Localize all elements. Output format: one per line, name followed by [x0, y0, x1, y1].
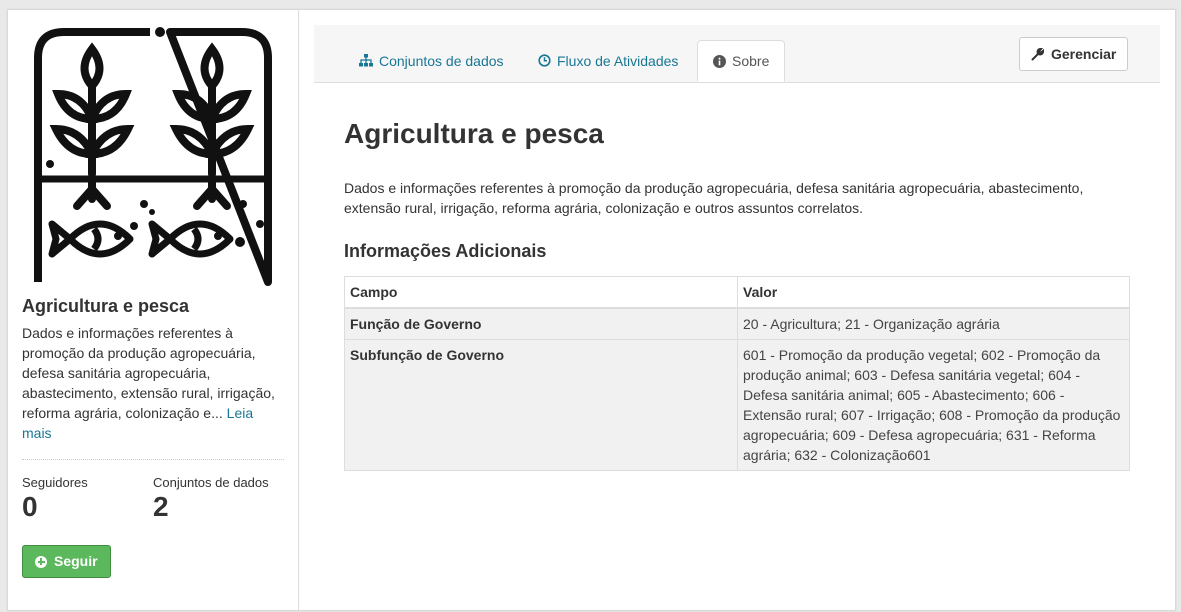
table-cell-value: 20 - Agricultura; 21 - Organização agrár… [737, 307, 1130, 340]
additional-info-title: Informações Adicionais [344, 241, 547, 261]
tab-activity-label: Fluxo de Atividades [557, 52, 679, 69]
main-content: Conjuntos de dados Fluxo de Atividades S… [314, 10, 1160, 610]
tab-datasets[interactable]: Conjuntos de dados [344, 40, 519, 81]
table-header-row: Campo Valor [344, 276, 1130, 309]
follow-button-label: Seguir [54, 553, 98, 569]
datasets-stat: Conjuntos de dados 2 [153, 475, 269, 524]
sidebar: Agricultura e pesca Dados e informações … [8, 10, 299, 610]
info-icon [713, 54, 726, 68]
table-row: Subfunção de Governo 601 - Promoção da p… [344, 339, 1130, 471]
table-cell-field: Subfunção de Governo [344, 339, 738, 471]
follow-button[interactable]: Seguir [22, 545, 111, 578]
page-description: Dados e informações referentes à promoçã… [344, 180, 1084, 216]
manage-button[interactable]: Gerenciar [1019, 37, 1129, 71]
column-header-value: Valor [737, 276, 1130, 309]
datasets-label: Conjuntos de dados [153, 475, 269, 490]
table-cell-field: Função de Governo [344, 307, 738, 340]
table-cell-value: 601 - Promoção da produção vegetal; 602 … [737, 339, 1130, 471]
table-row: Função de Governo 20 - Agricultura; 21 -… [344, 307, 1130, 340]
sidebar-title: Agricultura e pesca [22, 296, 190, 316]
clock-icon [538, 54, 551, 67]
tab-about[interactable]: Sobre [697, 40, 786, 82]
sitemap-icon [359, 54, 373, 67]
agriculture-fishing-logo-icon[interactable] [22, 24, 284, 286]
manage-button-label: Gerenciar [1051, 46, 1117, 62]
followers-stat: Seguidores 0 [22, 475, 88, 524]
page-title: Agricultura e pesca [344, 118, 604, 149]
column-header-field: Campo [344, 276, 738, 309]
plus-circle-icon [35, 555, 47, 568]
tab-bar: Conjuntos de dados Fluxo de Atividades S… [314, 25, 1160, 83]
followers-count: 0 [22, 491, 38, 522]
sidebar-description: Dados e informações referentes à promoçã… [22, 323, 280, 443]
additional-info-table: Campo Valor Função de Governo 20 - Agric… [344, 276, 1130, 471]
tab-about-label: Sobre [732, 53, 770, 69]
datasets-count: 2 [153, 491, 169, 522]
followers-label: Seguidores [22, 475, 88, 490]
tab-datasets-label: Conjuntos de dados [379, 52, 504, 69]
sidebar-divider [22, 459, 284, 460]
wrench-icon [1031, 47, 1044, 60]
page-container: Agricultura e pesca Dados e informações … [7, 9, 1176, 611]
tab-activity-stream[interactable]: Fluxo de Atividades [523, 40, 693, 81]
